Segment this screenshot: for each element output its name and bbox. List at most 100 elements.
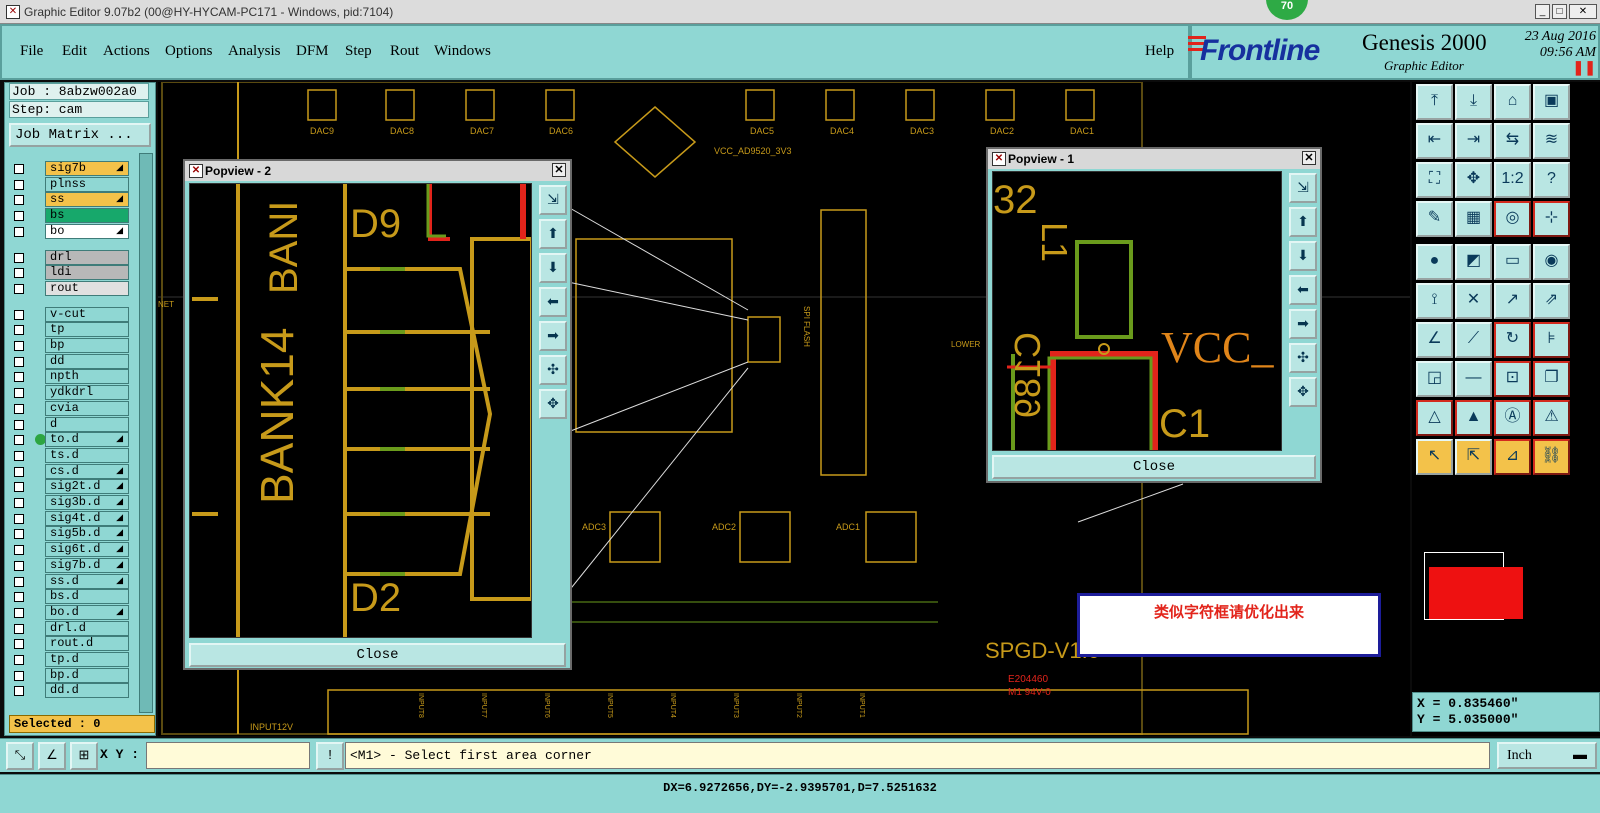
line-icon[interactable]: — [1455,361,1492,397]
layer-checkbox[interactable] [14,498,24,508]
move-point-icon[interactable]: ↗ [1494,283,1531,319]
connect-icon[interactable]: ⟟ [1416,283,1453,319]
angle-mode-icon[interactable]: ∠ [38,742,66,770]
line-cut-icon[interactable]: ◩ [1455,244,1492,280]
layer-checkbox[interactable] [14,356,24,367]
layer-name[interactable]: dd.d [45,683,129,699]
layer-checkbox[interactable] [14,211,24,222]
layer-row[interactable]: ts.d [9,447,133,463]
pv1-zoom-out-icon[interactable]: ✥ [1289,377,1317,407]
frame-icon[interactable]: ⊧ [1533,322,1570,358]
layer-name[interactable]: ts.d [45,447,129,463]
layer-name[interactable]: v-cut [45,306,129,322]
layer-checkbox[interactable] [14,283,24,294]
pv2-pan-up-icon[interactable]: ⬆ [539,219,567,249]
copy-icon[interactable]: ❐ [1533,361,1570,397]
layer-checkbox[interactable] [14,529,24,540]
layer-name[interactable]: ydkdrl [45,385,129,401]
layer-row[interactable]: sig6t.d ◢ [9,542,133,558]
layer-name[interactable]: rout.d [45,636,129,652]
layer-checkbox[interactable] [14,686,24,697]
layer-checkbox[interactable] [14,655,24,665]
add-pad-icon[interactable]: ◲ [1416,361,1453,397]
layer-name[interactable]: bs [45,208,129,224]
layer-checkbox[interactable] [14,252,24,263]
popview-1-close-icon[interactable]: ✕ [1302,151,1316,165]
layer-checkbox[interactable] [14,466,24,477]
layer-checkbox[interactable] [14,545,24,556]
layer-row[interactable]: bo ◢ [9,223,133,239]
layer-row[interactable]: bp.d [9,667,133,683]
align-icon[interactable]: ≋ [1533,123,1570,159]
layer-row[interactable]: ydkdrl [9,385,133,401]
layer-row[interactable]: sig4t.d ◢ [9,510,133,526]
layer-row[interactable]: dd [9,353,133,369]
layer-row[interactable]: tp [9,322,133,338]
layer-checkbox[interactable] [14,341,24,351]
grid-mode-icon[interactable]: ⊞ [70,742,98,770]
menu-step[interactable]: Step [345,43,372,60]
layer-row[interactable]: sig5b.d ◢ [9,526,133,542]
menu-rout[interactable]: Rout [390,43,419,60]
menu-edit[interactable]: Edit [62,43,87,60]
layer-checkbox[interactable] [14,435,24,446]
layer-checkbox[interactable] [14,164,24,174]
layer-row[interactable]: bs.d [9,589,133,605]
home-up-icon[interactable]: ⤒ [1416,84,1453,120]
layer-row[interactable]: ss ◢ [9,192,133,208]
popview-2-titlebar[interactable]: ✕ Popview - 2 ✕ [185,161,570,181]
layer-name[interactable]: bp [45,338,129,353]
layer-row[interactable]: sig7b ◢ [9,161,133,176]
menu-analysis[interactable]: Analysis [228,43,281,60]
layer-checkbox[interactable] [14,670,24,681]
layer-row[interactable]: bp [9,338,133,353]
pv2-zoom-fit-icon[interactable]: ⇲ [539,185,567,215]
maximize-button[interactable]: □ [1552,4,1567,19]
layer-row[interactable]: bs [9,208,133,224]
zoom-center-icon[interactable]: ✥ [1455,162,1492,198]
job-matrix-button[interactable]: Job Matrix ... [9,123,151,147]
popview-2-close-icon[interactable]: ✕ [552,163,566,177]
popview-1-titlebar[interactable]: ✕ Popview - 1 ✕ [988,149,1320,169]
layer-checkbox[interactable] [14,325,24,336]
menu-dfm[interactable]: DFM [296,43,329,60]
layer-name[interactable]: tp [45,322,129,338]
pv2-pan-left-icon[interactable]: ⬅ [539,287,567,317]
snap-icon[interactable]: ⊹ [1533,201,1570,237]
popview-1-view[interactable]: 32 L1 C189 VCC_ C1 [992,171,1282,451]
layer-row[interactable]: rout.d [9,636,133,652]
layer-row[interactable]: npth [9,369,133,385]
layer-checkbox[interactable] [14,576,24,587]
pv1-pan-left-icon[interactable]: ⬅ [1289,275,1317,305]
pan-left-icon[interactable]: ⇤ [1416,123,1453,159]
popview-1-close-button[interactable]: Close [992,455,1316,479]
mirror-icon[interactable]: ⇆ [1494,123,1531,159]
layer-name[interactable]: dd [45,353,129,369]
layer-checkbox[interactable] [14,403,24,414]
layer-checkbox[interactable] [14,560,24,571]
layer-row[interactable]: tp.d [9,652,133,667]
layer-scrollbar[interactable] [139,153,153,713]
layer-row[interactable]: cvia [9,400,133,416]
pv2-pan-down-icon[interactable]: ⬇ [539,253,567,283]
pan-right-icon[interactable]: ⇥ [1455,123,1492,159]
alert-icon[interactable]: ! [316,742,344,770]
pv1-pan-down-icon[interactable]: ⬇ [1289,241,1317,271]
layer-row[interactable]: ss.d ◢ [9,573,133,589]
layer-checkbox[interactable] [14,179,24,190]
triangle-a-icon[interactable]: Ⓐ [1494,400,1531,436]
layer-checkbox[interactable] [14,482,24,493]
scale-1-2-icon[interactable]: 1:2 [1494,162,1531,198]
triangle-b-icon[interactable]: ⚠ [1533,400,1570,436]
layer-name[interactable]: bp.d [45,667,129,683]
layer-checkbox[interactable] [14,195,24,206]
layer-checkbox[interactable] [14,372,24,383]
layer-name[interactable]: drl.d [45,620,129,636]
ruler-icon[interactable]: ▭ [1494,244,1531,280]
panel-icon[interactable]: ⊡ [1494,361,1531,397]
pv2-zoom-in-icon[interactable]: ✣ [539,355,567,385]
layer-row[interactable]: cs.d ◢ [9,463,133,479]
overview-thumbnail[interactable] [1424,552,1523,620]
diagonal-icon[interactable]: ⟋ [1455,322,1492,358]
layer-checkbox[interactable] [14,309,24,320]
